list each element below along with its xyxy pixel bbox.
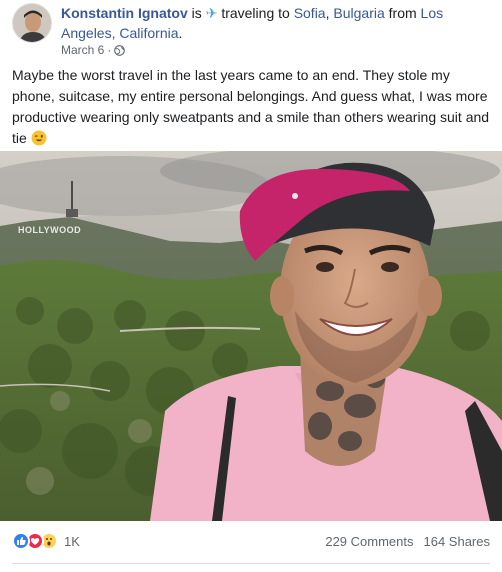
activity-prefix: is — [191, 5, 202, 21]
avatar-image — [13, 4, 51, 42]
from-word: from — [388, 5, 417, 21]
post-text: Maybe the worst travel in the last years… — [12, 67, 490, 146]
airplane-icon: ✈ — [205, 5, 218, 21]
post-meta: March 6 · — [61, 42, 126, 58]
author-avatar[interactable] — [12, 3, 52, 43]
post-header: Konstantin Ignatov is ✈ traveling to Sof… — [61, 3, 491, 43]
post-date[interactable]: March 6 — [61, 42, 104, 58]
destination-country-link[interactable]: Bulgaria — [333, 5, 384, 21]
comments-count[interactable]: 229 Comments — [325, 534, 413, 549]
trailing-period: . — [178, 25, 183, 41]
footer-divider — [12, 563, 490, 564]
reactions-summary[interactable]: 1K — [12, 532, 80, 550]
author-name[interactable]: Konstantin Ignatov — [61, 5, 188, 21]
travel-photo: HOLLYWOOD — [0, 151, 502, 521]
post-message: Maybe the worst travel in the last years… — [12, 65, 492, 149]
post-card: Konstantin Ignatov is ✈ traveling to Sof… — [0, 0, 502, 572]
activity-text: traveling to — [221, 5, 290, 21]
meta-separator: · — [107, 43, 112, 57]
winking-face-emoji — [31, 130, 47, 146]
globe-icon[interactable] — [114, 44, 126, 56]
engagement-stats: 229 Comments 164 Shares — [325, 534, 490, 549]
like-reaction-icon — [12, 532, 30, 550]
comma: , — [325, 5, 330, 21]
hollywood-sign: HOLLYWOOD — [18, 225, 81, 235]
reaction-count[interactable]: 1K — [64, 534, 80, 549]
destination-city-link[interactable]: Sofia — [294, 5, 326, 21]
shares-count[interactable]: 164 Shares — [424, 534, 491, 549]
post-footer: 1K 229 Comments 164 Shares — [0, 528, 502, 556]
post-photo[interactable]: HOLLYWOOD — [0, 151, 502, 521]
